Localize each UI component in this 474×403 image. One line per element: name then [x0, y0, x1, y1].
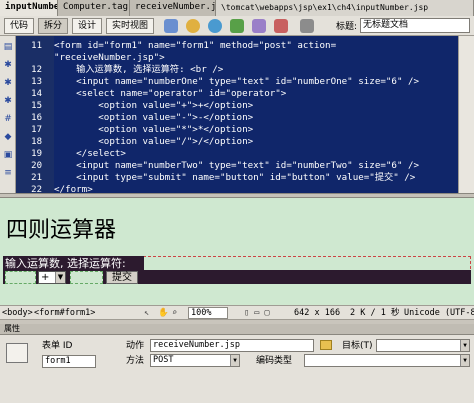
code-editor[interactable]: <form id="form1" name="form1" method="po…: [54, 36, 458, 193]
window-size-icons[interactable]: ▯ ▭ ▢: [244, 308, 270, 319]
code-line[interactable]: <option value="/">/</option>: [54, 136, 253, 148]
line-number: 13: [31, 77, 42, 87]
indent-icon[interactable]: ≡: [3, 168, 13, 178]
title-label: 标题:: [336, 22, 358, 32]
file-tab-inputnumber[interactable]: inputNumber.jsp: [0, 0, 58, 16]
gear-icon[interactable]: [186, 19, 200, 33]
code-line[interactable]: <select name="operator" id="operator">: [54, 88, 286, 100]
code-line[interactable]: <option value="+">+</option>: [54, 100, 253, 112]
document-toolbar: 代码 拆分 设计 实时视图 标题: 无标题文档: [0, 16, 474, 36]
design-view-button[interactable]: 设计: [72, 18, 102, 34]
submit-button[interactable]: 提交: [106, 271, 138, 284]
chevron-down-icon: ▼: [460, 340, 469, 351]
select-parent-icon[interactable]: ✱: [3, 96, 13, 106]
file-tab-computer-tag[interactable]: Computer.tag: [58, 0, 130, 16]
properties-panel: 表单 ID form1 动作 receiveNumber.jsp 目标(T) ▼…: [0, 335, 474, 403]
fold-margin[interactable]: [46, 36, 54, 193]
expand-icon[interactable]: ✱: [3, 78, 13, 88]
code-scrollbar[interactable]: [458, 36, 474, 193]
operator-value: +: [41, 272, 50, 283]
line-number: 16: [31, 113, 42, 123]
form-id-label: 表单 ID: [42, 341, 73, 351]
split-view-button[interactable]: 拆分: [38, 18, 68, 34]
target-label: 目标(T): [342, 341, 373, 351]
action-label: 动作: [126, 341, 145, 351]
line-number: 21: [31, 173, 42, 183]
properties-title: 属性: [4, 324, 20, 333]
line-number: 14: [31, 89, 42, 99]
action-input[interactable]: receiveNumber.jsp: [150, 339, 314, 352]
line-number: 19: [31, 149, 42, 159]
live-view-button[interactable]: 实时视图: [106, 18, 154, 34]
select-tool-icon[interactable]: ↖: [144, 308, 149, 319]
code-line[interactable]: 输入运算数, 选择运算符: <br />: [54, 64, 223, 76]
coding-toolbar: ▤ ✱ ✱ ✱ # ◆ ▣ ≡: [0, 36, 16, 193]
encoding: Unicode (UTF-8): [404, 308, 474, 318]
line-number: 11: [31, 41, 42, 51]
code-line[interactable]: <option value="*">*</option>: [54, 124, 253, 136]
line-numbers-icon[interactable]: #: [3, 114, 13, 124]
prompt-text: 输入运算数, 选择运算符:: [5, 257, 126, 270]
form-id-input[interactable]: form1: [42, 355, 96, 368]
properties-panel-header[interactable]: 属性: [0, 324, 474, 335]
folder-icon[interactable]: [252, 19, 266, 33]
open-documents-icon[interactable]: ▤: [3, 42, 13, 52]
chevron-down-icon: ▼: [55, 272, 65, 283]
code-line[interactable]: </select>: [54, 148, 126, 160]
method-select[interactable]: POST ▼: [150, 354, 240, 367]
number-two-input[interactable]: [70, 271, 103, 284]
view-options-icon[interactable]: [300, 19, 314, 33]
zoom-select[interactable]: 100%: [188, 307, 228, 319]
refresh-icon[interactable]: [230, 19, 244, 33]
inspect-icon[interactable]: [274, 19, 288, 33]
code-line[interactable]: "receiveNumber.jsp">: [54, 52, 165, 64]
code-line[interactable]: <input name="numberOne" type="text" id="…: [54, 76, 419, 88]
number-one-input[interactable]: [5, 271, 36, 284]
line-numbers: 11 12 13 14 15 16 17 18 19 20 21 22: [16, 36, 46, 195]
form-icon: [6, 343, 28, 363]
design-view[interactable]: 四则运算器 输入运算数, 选择运算符: + ▼ 提交: [0, 198, 474, 305]
code-line[interactable]: <input type="submit" name="button" id="b…: [54, 172, 415, 184]
hand-tool-icon[interactable]: ✋: [158, 308, 169, 319]
highlight-invalid-icon[interactable]: ◆: [3, 132, 13, 142]
code-line[interactable]: <form id="form1" name="form1" method="po…: [54, 40, 336, 52]
line-number: 18: [31, 137, 42, 147]
tag-selector-body[interactable]: <body>: [2, 308, 33, 319]
status-bar: <body> <form#form1> ↖ ✋ ⌕ 100% ▯ ▭ ▢ 642…: [0, 305, 474, 320]
code-view-button[interactable]: 代码: [4, 18, 34, 34]
chevron-down-icon: ▼: [230, 355, 239, 366]
code-line[interactable]: <option value="-">-</option>: [54, 112, 253, 124]
collapse-icon[interactable]: ✱: [3, 60, 13, 70]
file-path: \tomcat\webapps\jsp\ex1\ch4\inputNumber.…: [216, 0, 474, 16]
target-select[interactable]: ▼: [376, 339, 470, 352]
enctype-label: 编码类型: [256, 356, 293, 366]
code-icon[interactable]: [164, 19, 178, 33]
method-value: POST: [153, 355, 174, 365]
enctype-select[interactable]: ▼: [304, 354, 470, 367]
download-size: 2 K / 1 秒: [350, 308, 400, 318]
chevron-down-icon: ▼: [460, 355, 469, 366]
tag-selector-form[interactable]: <form#form1>: [34, 308, 95, 319]
zoom-tool-icon[interactable]: ⌕: [172, 308, 177, 319]
line-number: 20: [31, 161, 42, 171]
line-number: 15: [31, 101, 42, 111]
code-line[interactable]: </form>: [54, 184, 93, 193]
title-input[interactable]: 无标题文档: [360, 18, 470, 33]
comment-icon[interactable]: ▣: [3, 150, 13, 160]
folder-icon[interactable]: [320, 340, 332, 350]
operator-select[interactable]: + ▼: [38, 271, 66, 284]
file-tab-receivenumber[interactable]: receiveNumber.jsp: [130, 0, 216, 16]
method-label: 方法: [126, 356, 145, 366]
line-number: 17: [31, 125, 42, 135]
globe-icon[interactable]: [208, 19, 222, 33]
line-number: 12: [31, 65, 42, 75]
page-heading: 四则运算器: [6, 218, 117, 243]
code-line[interactable]: <input name="numberTwo" type="text" id="…: [54, 160, 419, 172]
file-tab-bar: inputNumber.jsp Computer.tag receiveNumb…: [0, 0, 474, 16]
window-size[interactable]: 642 x 166: [294, 308, 340, 319]
